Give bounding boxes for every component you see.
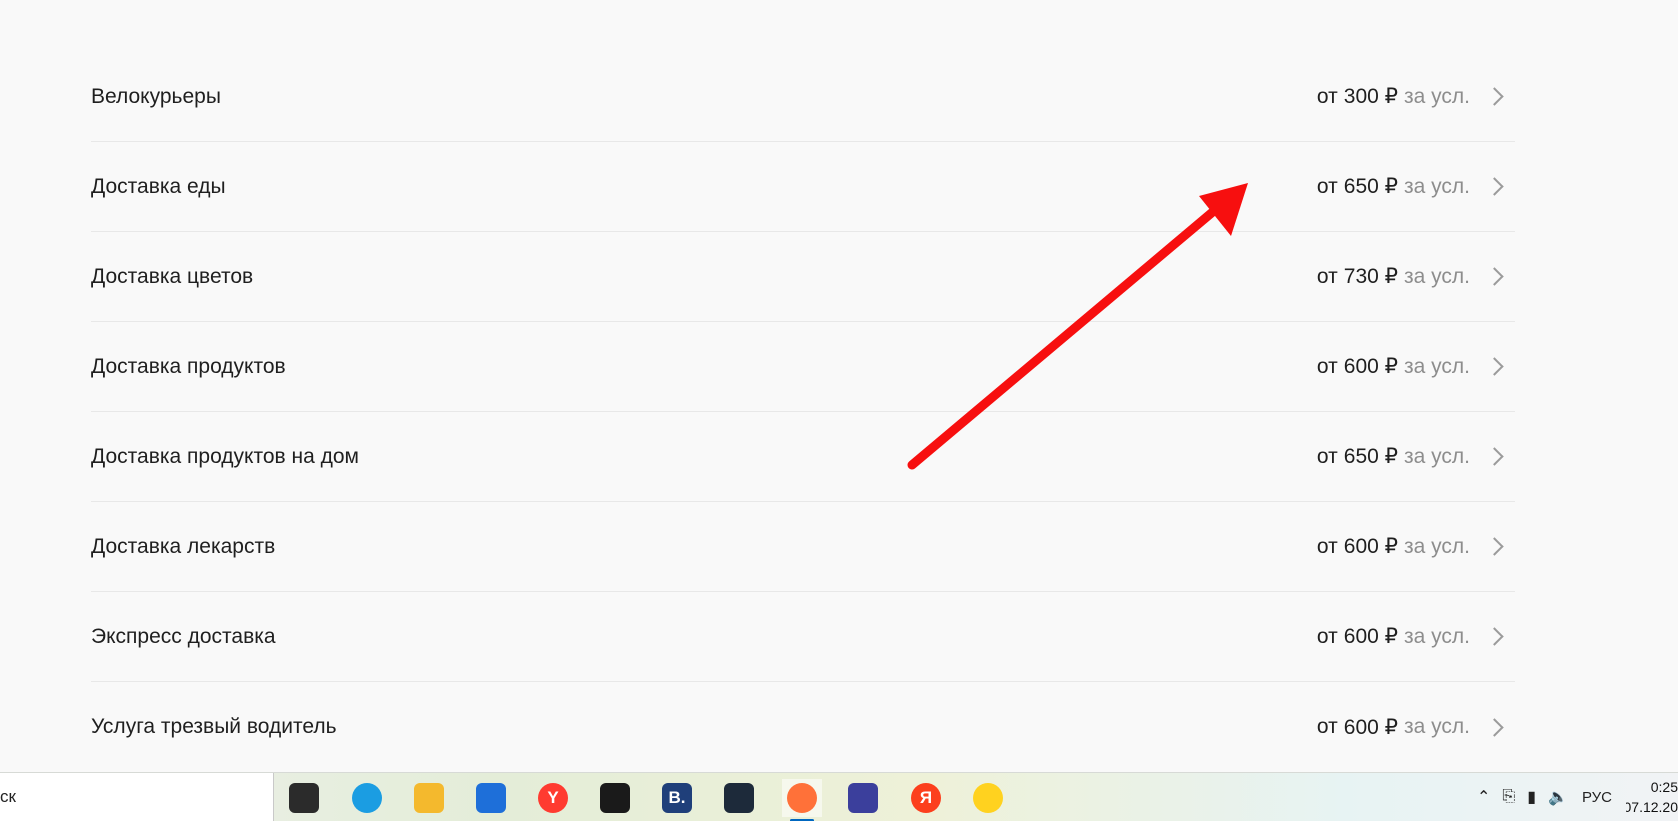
chevron-right-icon <box>1485 627 1504 646</box>
service-price: от 730 ₽ за усл. <box>1317 264 1515 289</box>
page: Велокурьеры от 300 ₽ за усл. Доставка еды от 6… <box>0 0 1678 821</box>
taskbar-app-dropbox[interactable] <box>595 779 635 817</box>
price-amount: 730 ₽ <box>1343 265 1398 288</box>
service-row[interactable]: Доставка продуктов от 600 ₽ за усл. <box>91 322 1515 412</box>
chevron-right-icon <box>1485 87 1504 106</box>
service-price: от 650 ₽ за усл. <box>1317 174 1515 199</box>
clock-time: 0:25 <box>1650 779 1678 795</box>
service-name: Доставка цветов <box>91 264 254 288</box>
yandex-browser-icon: Y <box>538 783 568 813</box>
service-name: Доставка продуктов <box>91 354 286 378</box>
service-price: от 600 ₽ за усл. <box>1317 354 1515 379</box>
price-unit: за усл. <box>1404 174 1470 198</box>
price-unit: за усл. <box>1404 534 1470 558</box>
service-row[interactable]: Велокурьеры от 300 ₽ за усл. <box>91 52 1515 142</box>
taskbar-app-booking[interactable]: B. <box>657 779 697 817</box>
service-name: Доставка продуктов на дом <box>91 444 359 468</box>
price-from: от <box>1316 715 1338 738</box>
service-list: Велокурьеры от 300 ₽ за усл. Доставка еды от 6… <box>91 52 1515 772</box>
taskbar-app-task-view[interactable] <box>284 779 324 817</box>
taskbar-app-mail[interactable] <box>471 779 511 817</box>
file-explorer-icon <box>414 783 444 813</box>
service-row[interactable]: Доставка еды от 650 ₽ за усл. <box>91 142 1515 232</box>
clock[interactable]: 0:25 07.12.20 <box>1626 777 1678 817</box>
price-unit: за усл. <box>1404 84 1470 108</box>
price-from: от <box>1316 84 1338 108</box>
dropbox-icon <box>600 783 630 813</box>
service-row[interactable]: Доставка цветов от 730 ₽ за усл. <box>91 232 1515 322</box>
battery-icon[interactable]: ▮ <box>1527 787 1536 807</box>
taskbar-search-box[interactable]: ск <box>0 773 274 821</box>
price-amount: 600 ₽ <box>1343 715 1398 739</box>
service-row[interactable]: Экспресс доставка от 600 ₽ за усл. <box>91 592 1515 682</box>
taskbar-app-vpn-shield[interactable] <box>719 779 759 817</box>
taskbar-app-market[interactable] <box>968 779 1008 817</box>
price-amount: 650 ₽ <box>1343 175 1398 198</box>
booking-icon: B. <box>662 783 692 813</box>
firefox-icon <box>787 783 817 813</box>
market-icon <box>973 783 1003 813</box>
task-view-icon <box>289 783 319 813</box>
service-row[interactable]: Услуга трезвый водитель от 600 ₽ за усл. <box>91 682 1515 772</box>
service-price: от 600 ₽ за усл. <box>1317 624 1515 649</box>
price-from: от <box>1316 624 1338 648</box>
price-amount: 600 ₽ <box>1343 625 1398 648</box>
taskbar-search-text: ск <box>0 787 16 806</box>
service-row[interactable]: Доставка лекарств от 600 ₽ за усл. <box>91 502 1515 592</box>
service-name: Доставка еды <box>91 174 226 198</box>
chevron-right-icon <box>1485 717 1504 737</box>
taskbar-app-edge[interactable] <box>347 779 387 817</box>
mail-icon <box>476 783 506 813</box>
price-unit: за усл. <box>1404 715 1470 738</box>
language-indicator[interactable]: РУС <box>1582 789 1612 806</box>
chevron-right-icon <box>1485 267 1504 286</box>
price-from: от <box>1316 264 1338 288</box>
service-price: от 650 ₽ за усл. <box>1317 444 1515 469</box>
chevron-right-icon <box>1485 357 1504 376</box>
taskbar-app-firefox[interactable] <box>782 779 822 821</box>
service-name: Велокурьеры <box>91 84 221 108</box>
system-tray: ⌃ ⎘ ▮ 🔈 РУС 0:25 07.12.20 <box>1471 773 1678 821</box>
price-amount: 650 ₽ <box>1343 445 1398 468</box>
service-price: от 600 ₽ за усл. <box>1317 534 1515 559</box>
price-from: от <box>1316 444 1338 468</box>
price-unit: за усл. <box>1404 264 1470 288</box>
price-amount: 300 ₽ <box>1343 85 1398 108</box>
taskbar-app-yandex[interactable]: Я <box>906 779 946 817</box>
price-unit: за усл. <box>1404 624 1470 648</box>
service-price: от 600 ₽ за усл. <box>1317 715 1515 740</box>
price-unit: за усл. <box>1404 444 1470 468</box>
price-from: от <box>1316 354 1338 378</box>
service-row[interactable]: Доставка продуктов на дом от 650 ₽ за усл. <box>91 412 1515 502</box>
chevron-right-icon <box>1485 177 1504 196</box>
price-from: от <box>1316 534 1338 558</box>
price-amount: 600 ₽ <box>1343 535 1398 558</box>
taskbar: ск Y B. Я ⌃ ⎘ ▮ 🔈 РУС 0:25 07.12.20 <box>0 772 1678 821</box>
chevron-right-icon <box>1485 447 1504 466</box>
volume-icon[interactable]: 🔈 <box>1548 787 1568 807</box>
chevron-right-icon <box>1485 537 1504 556</box>
chevron-up-icon[interactable]: ⌃ <box>1477 787 1490 807</box>
price-unit: за усл. <box>1404 354 1470 378</box>
edge-icon <box>352 783 382 813</box>
taskbar-app-remote-desktop[interactable] <box>843 779 883 817</box>
service-name: Услуга трезвый водитель <box>91 715 337 738</box>
price-amount: 600 ₽ <box>1343 355 1398 378</box>
service-name: Экспресс доставка <box>91 624 276 648</box>
service-price: от 300 ₽ за усл. <box>1317 84 1515 109</box>
clock-date: 07.12.20 <box>1626 799 1678 815</box>
price-from: от <box>1316 174 1338 198</box>
taskbar-app-yandex-browser[interactable]: Y <box>533 779 573 817</box>
vpn-shield-icon <box>724 783 754 813</box>
service-name: Доставка лекарств <box>91 534 276 558</box>
yandex-icon: Я <box>911 783 941 813</box>
remote-desktop-icon <box>848 783 878 813</box>
taskbar-app-file-explorer[interactable] <box>409 779 449 817</box>
device-icon[interactable]: ⎘ <box>1502 788 1515 806</box>
